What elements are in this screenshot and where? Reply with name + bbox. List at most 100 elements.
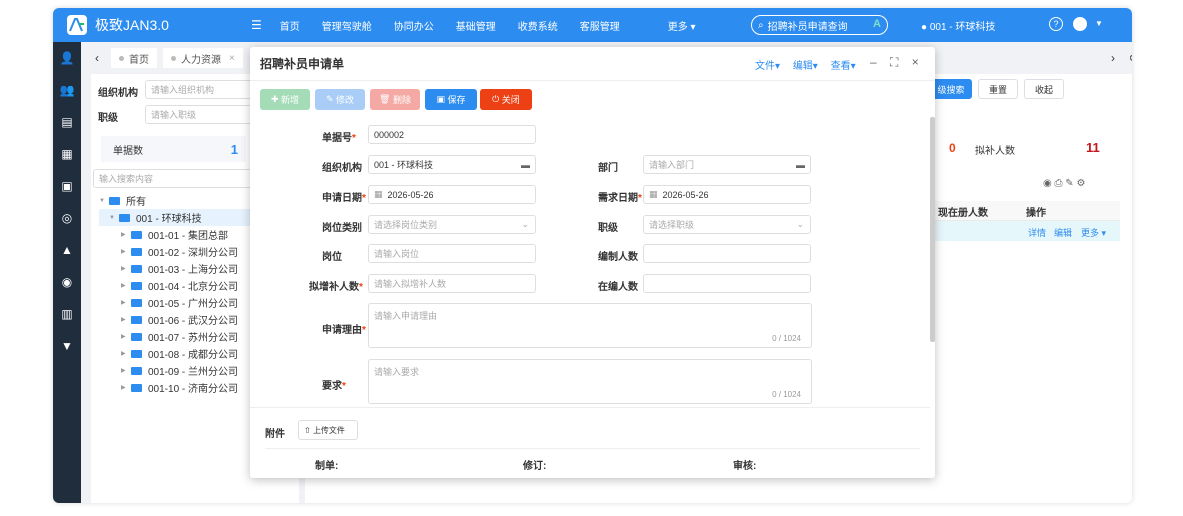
edit-button[interactable]: ✎ 修改	[315, 89, 365, 110]
user-avatar-icon[interactable]	[1073, 17, 1087, 31]
reset-button[interactable]: 重置	[978, 79, 1018, 99]
medal-icon[interactable]: ◎	[53, 202, 81, 234]
upload-button[interactable]: ⇧ 上传文件	[298, 420, 358, 440]
save-button[interactable]: ▣ 保存	[425, 89, 477, 110]
user-icon[interactable]: 👤	[53, 42, 81, 74]
post-cat-select[interactable]: 请选择岗位类别 ⌄	[368, 215, 536, 234]
filter-level-input[interactable]: 请输入职级	[145, 105, 255, 124]
tab-next-icon[interactable]: ›	[1111, 51, 1115, 65]
calendar-icon[interactable]: ▣	[53, 170, 81, 202]
attach-label: 附件	[265, 429, 285, 440]
reason-label: 申请理由*	[322, 325, 366, 336]
menu-edit[interactable]: 编辑▾	[793, 61, 818, 72]
doc-no-input[interactable]: 000002	[368, 125, 536, 144]
plan-label: 拟增补人数*	[309, 282, 363, 293]
side-icon-bar: 👤 👥 ▤ ▦ ▣ ◎ ▲ ◉ ▥ ▼	[53, 42, 81, 503]
nav-cockpit[interactable]: 管理驾驶舱	[322, 18, 372, 33]
main-nav: 首页 管理驾驶舱 协同办公 基础管理 收费系统 客服管理 更多 ▾	[280, 18, 718, 33]
window-controls: – ⛶ ×	[870, 55, 929, 70]
delete-button[interactable]: 🗑 删除	[370, 89, 420, 110]
tab-prev-icon[interactable]: ‹	[95, 51, 99, 65]
nav-home[interactable]: 首页	[280, 18, 300, 33]
advanced-search-button[interactable]: 级搜索	[930, 79, 972, 99]
chevron-down-icon: ⌄	[521, 219, 529, 229]
apply-date-input[interactable]: ▦ 2026-05-26	[368, 185, 536, 204]
maker-label: 制单:	[315, 461, 339, 472]
apply-date-label: 申请日期*	[322, 193, 366, 204]
quota-input[interactable]	[643, 244, 811, 263]
tab-hr[interactable]: 人力资源 ×	[163, 48, 243, 68]
current-org[interactable]: ● 001 - 环球科技	[921, 18, 995, 33]
level-select[interactable]: 请选择职级 ⌄	[643, 215, 811, 234]
row-more-link[interactable]: 更多 ▾	[1081, 226, 1106, 239]
eye-icon[interactable]: ◉	[53, 266, 81, 298]
nav-fee[interactable]: 收费系统	[518, 18, 558, 33]
tree-search-input[interactable]: 输入搜索内容	[93, 169, 253, 188]
cur-input[interactable]	[643, 274, 811, 293]
nav-more[interactable]: 更多 ▾	[668, 18, 696, 33]
assistant-icon[interactable]: A	[873, 18, 881, 30]
modal-scrollbar[interactable]	[930, 117, 935, 342]
dept-input[interactable]: 请输入部门 ▬	[643, 155, 811, 174]
close-all-icon[interactable]: ⊗	[1129, 53, 1132, 64]
doc-count-value: 1	[230, 141, 238, 157]
maximize-icon[interactable]: ⛶	[890, 55, 898, 69]
close-icon[interactable]: ×	[912, 55, 919, 69]
minimize-icon[interactable]: –	[870, 55, 877, 69]
filter-org-label: 组织机构	[98, 88, 138, 99]
org-name: 001 - 环球科技	[929, 22, 996, 33]
modal-menus: 文件▾ 编辑▾ 查看▾	[755, 57, 866, 72]
audit-label: 审核:	[733, 461, 757, 472]
row-detail-link[interactable]: 详情	[1028, 226, 1046, 239]
col-ops: 操作	[1026, 208, 1046, 219]
need-date-label: 需求日期*	[598, 193, 642, 204]
revise-label: 修订:	[523, 461, 547, 472]
menu-file[interactable]: 文件▾	[755, 61, 780, 72]
building-icon[interactable]: ▥	[53, 298, 81, 330]
require-textarea[interactable]: 请输入要求 0 / 1024	[368, 359, 812, 404]
document-icon[interactable]: ▤	[53, 106, 81, 138]
filter-org-input[interactable]: 请输入组织机构	[145, 80, 255, 99]
plan-input[interactable]: 请输入拟增补人数	[368, 274, 536, 293]
close-button[interactable]: ⏻ 关闭	[480, 89, 532, 110]
calendar-icon: ▦	[649, 189, 658, 199]
collapse-button[interactable]: 收起	[1024, 79, 1064, 99]
menu-view[interactable]: 查看▾	[831, 61, 856, 72]
toolbar-icons[interactable]: ◉ ⎙ ✎ ⚙	[1043, 178, 1085, 189]
need-date-input[interactable]: ▦ 2026-05-26	[643, 185, 811, 204]
upload-icon: ⇧	[304, 425, 311, 435]
nav-service[interactable]: 客服管理	[580, 18, 620, 33]
post-cat-label: 岗位类别	[322, 223, 362, 234]
menu-toggle-icon[interactable]: ☰	[251, 18, 262, 32]
dept-label: 部门	[598, 163, 618, 174]
quota-label: 编制人数	[598, 252, 638, 263]
row-edit-link[interactable]: 编辑	[1054, 226, 1072, 239]
users-icon[interactable]: 👥	[53, 74, 81, 106]
doc-count-stat: 单据数 1	[101, 136, 246, 162]
user-menu-caret-icon[interactable]: ▼	[1095, 19, 1103, 28]
doc-count-label: 单据数	[113, 145, 143, 157]
reason-textarea[interactable]: 请输入申请理由 0 / 1024	[368, 303, 812, 348]
post-input[interactable]: 请输入岗位	[368, 244, 536, 263]
plan-count-label: 拟补人数	[975, 146, 1015, 157]
org-input[interactable]: 001 - 环球科技 ▬	[368, 155, 536, 174]
tab-home[interactable]: 首页	[111, 48, 157, 68]
level-label: 职级	[598, 223, 618, 234]
require-label: 要求*	[322, 381, 346, 392]
folder-icon: ▬	[521, 159, 530, 170]
nav-basic[interactable]: 基础管理	[456, 18, 496, 33]
top-bar: 极致JAN3.0 ☰ 首页 管理驾驶舱 协同办公 基础管理 收费系统 客服管理 …	[53, 8, 1132, 42]
app-logo	[67, 15, 87, 35]
report-icon[interactable]: ▦	[53, 138, 81, 170]
nav-office[interactable]: 协同办公	[394, 18, 434, 33]
calendar-icon: ▦	[374, 189, 383, 199]
help-icon[interactable]: ?	[1049, 17, 1063, 31]
bag-icon[interactable]: ▼	[53, 330, 81, 362]
close-icon[interactable]: ×	[229, 53, 235, 64]
graduation-icon[interactable]: ▲	[53, 234, 81, 266]
application-modal: 招聘补员申请单 文件▾ 编辑▾ 查看▾ – ⛶ × ✚ 新增 ✎ 修改 🗑 删除…	[250, 47, 935, 478]
add-button[interactable]: ✚ 新增	[260, 89, 310, 110]
plan-count-value: 11	[1086, 140, 1100, 155]
global-search[interactable]: ⌕ 招聘补员申请查询 A	[751, 15, 888, 35]
col-current[interactable]: 现在册人数	[938, 204, 988, 219]
